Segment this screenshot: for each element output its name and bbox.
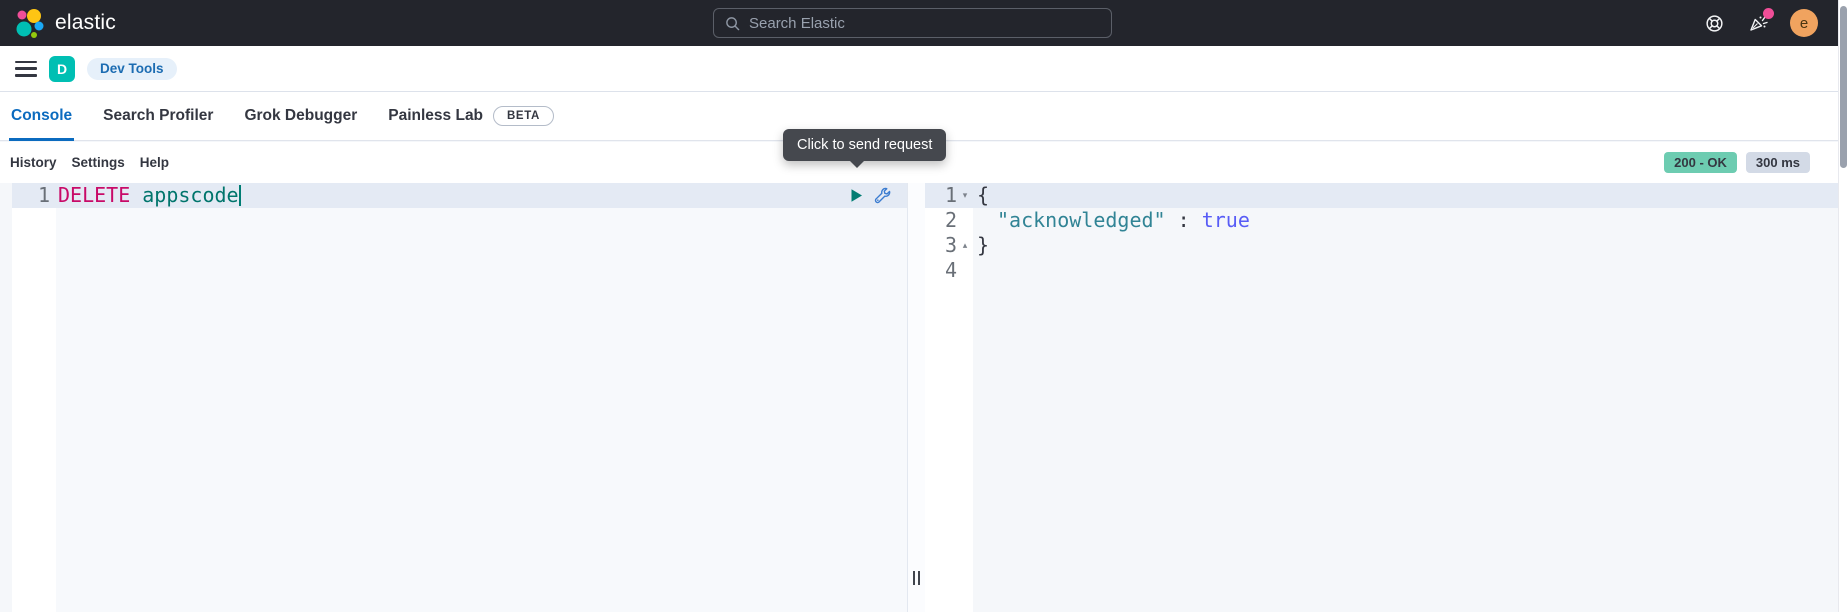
send-request-play-button[interactable] bbox=[850, 188, 863, 203]
response-line-2: 2 "acknowledged" : true bbox=[925, 208, 1838, 233]
newsfeed-button[interactable] bbox=[1746, 11, 1770, 35]
empty-line bbox=[973, 258, 977, 283]
wrench-icon[interactable] bbox=[874, 187, 891, 204]
request-editor[interactable]: 1 DELETE appscode bbox=[12, 183, 908, 612]
tab-painless-lab-label: Painless Lab bbox=[388, 107, 483, 125]
tab-search-profiler[interactable]: Search Profiler bbox=[101, 92, 215, 140]
page-scrollbar[interactable] bbox=[1838, 0, 1848, 612]
line-number: 2 bbox=[925, 208, 957, 233]
line-number: 4 bbox=[925, 258, 957, 283]
hamburger-bar bbox=[15, 67, 37, 70]
tab-console[interactable]: Console bbox=[9, 92, 74, 140]
line-number: 3 bbox=[925, 233, 957, 258]
request-code: DELETE appscode bbox=[56, 183, 241, 208]
json-close-brace: } bbox=[973, 233, 989, 258]
status-badge: 200 - OK bbox=[1664, 152, 1737, 173]
json-open-brace: { bbox=[973, 183, 989, 208]
hamburger-menu-button[interactable] bbox=[15, 61, 37, 77]
tooltip-text: Click to send request bbox=[797, 137, 932, 153]
json-value: true bbox=[1202, 208, 1250, 232]
scrollbar-thumb[interactable] bbox=[1840, 6, 1847, 168]
search-icon bbox=[725, 16, 740, 31]
space-initial: D bbox=[57, 61, 67, 77]
fold-close-icon[interactable]: ▴ bbox=[957, 233, 973, 258]
response-time-badge: 300 ms bbox=[1746, 152, 1810, 173]
tab-search-profiler-label: Search Profiler bbox=[103, 107, 213, 125]
elastic-logo-icon bbox=[14, 7, 46, 39]
fold-spacer bbox=[957, 258, 973, 283]
history-menu-item[interactable]: History bbox=[10, 155, 57, 170]
response-line-1: 1 ▾ { bbox=[925, 183, 1838, 208]
life-ring-icon bbox=[1704, 13, 1725, 34]
help-button[interactable] bbox=[1702, 11, 1726, 35]
tab-grok-debugger-label: Grok Debugger bbox=[244, 107, 357, 125]
fold-open-icon[interactable]: ▾ bbox=[957, 183, 973, 208]
resizer-grip-icon bbox=[913, 571, 920, 585]
space-avatar[interactable]: D bbox=[49, 56, 75, 82]
avatar-initial: e bbox=[1800, 15, 1808, 32]
response-line-3: 3 ▴ } bbox=[925, 233, 1838, 258]
json-key: "acknowledged" bbox=[997, 208, 1166, 232]
tab-painless-lab[interactable]: Painless Lab BETA bbox=[386, 92, 556, 140]
line-number: 1 bbox=[12, 183, 56, 208]
beta-badge: BETA bbox=[493, 106, 554, 126]
json-separator: : bbox=[1166, 208, 1202, 232]
help-menu-item[interactable]: Help bbox=[140, 155, 169, 170]
search-placeholder: Search Elastic bbox=[749, 15, 845, 32]
global-search-input[interactable]: Search Elastic bbox=[713, 8, 1112, 38]
panel-resizer[interactable] bbox=[908, 183, 925, 612]
breadcrumb[interactable]: Dev Tools bbox=[87, 58, 177, 80]
user-avatar[interactable]: e bbox=[1790, 9, 1818, 37]
request-line-1[interactable]: 1 DELETE appscode bbox=[12, 183, 907, 208]
request-editor-gutter bbox=[12, 183, 56, 612]
breadcrumb-bar: D Dev Tools bbox=[0, 46, 1838, 92]
top-header-bar: elastic Search Elastic bbox=[0, 0, 1848, 46]
elastic-logo[interactable]: elastic bbox=[14, 7, 116, 39]
breadcrumb-label: Dev Tools bbox=[100, 61, 164, 76]
tab-grok-debugger[interactable]: Grok Debugger bbox=[242, 92, 359, 140]
response-viewer[interactable]: 1 ▾ { 2 "acknowledged" : true 3 ▴ } 4 bbox=[925, 183, 1838, 612]
tab-console-label: Console bbox=[11, 107, 72, 125]
line-number: 1 bbox=[925, 183, 957, 208]
http-method: DELETE bbox=[58, 183, 130, 207]
notification-dot bbox=[1763, 8, 1774, 19]
text-cursor bbox=[239, 185, 241, 206]
fold-spacer bbox=[957, 208, 973, 233]
logo-wordmark: elastic bbox=[55, 11, 116, 35]
send-request-tooltip: Click to send request bbox=[783, 129, 946, 161]
hamburger-bar bbox=[15, 61, 37, 64]
request-url: appscode bbox=[142, 183, 238, 207]
settings-menu-item[interactable]: Settings bbox=[72, 155, 125, 170]
hamburger-bar bbox=[15, 74, 37, 77]
json-line: "acknowledged" : true bbox=[973, 208, 1250, 233]
response-line-4: 4 bbox=[925, 258, 1838, 283]
